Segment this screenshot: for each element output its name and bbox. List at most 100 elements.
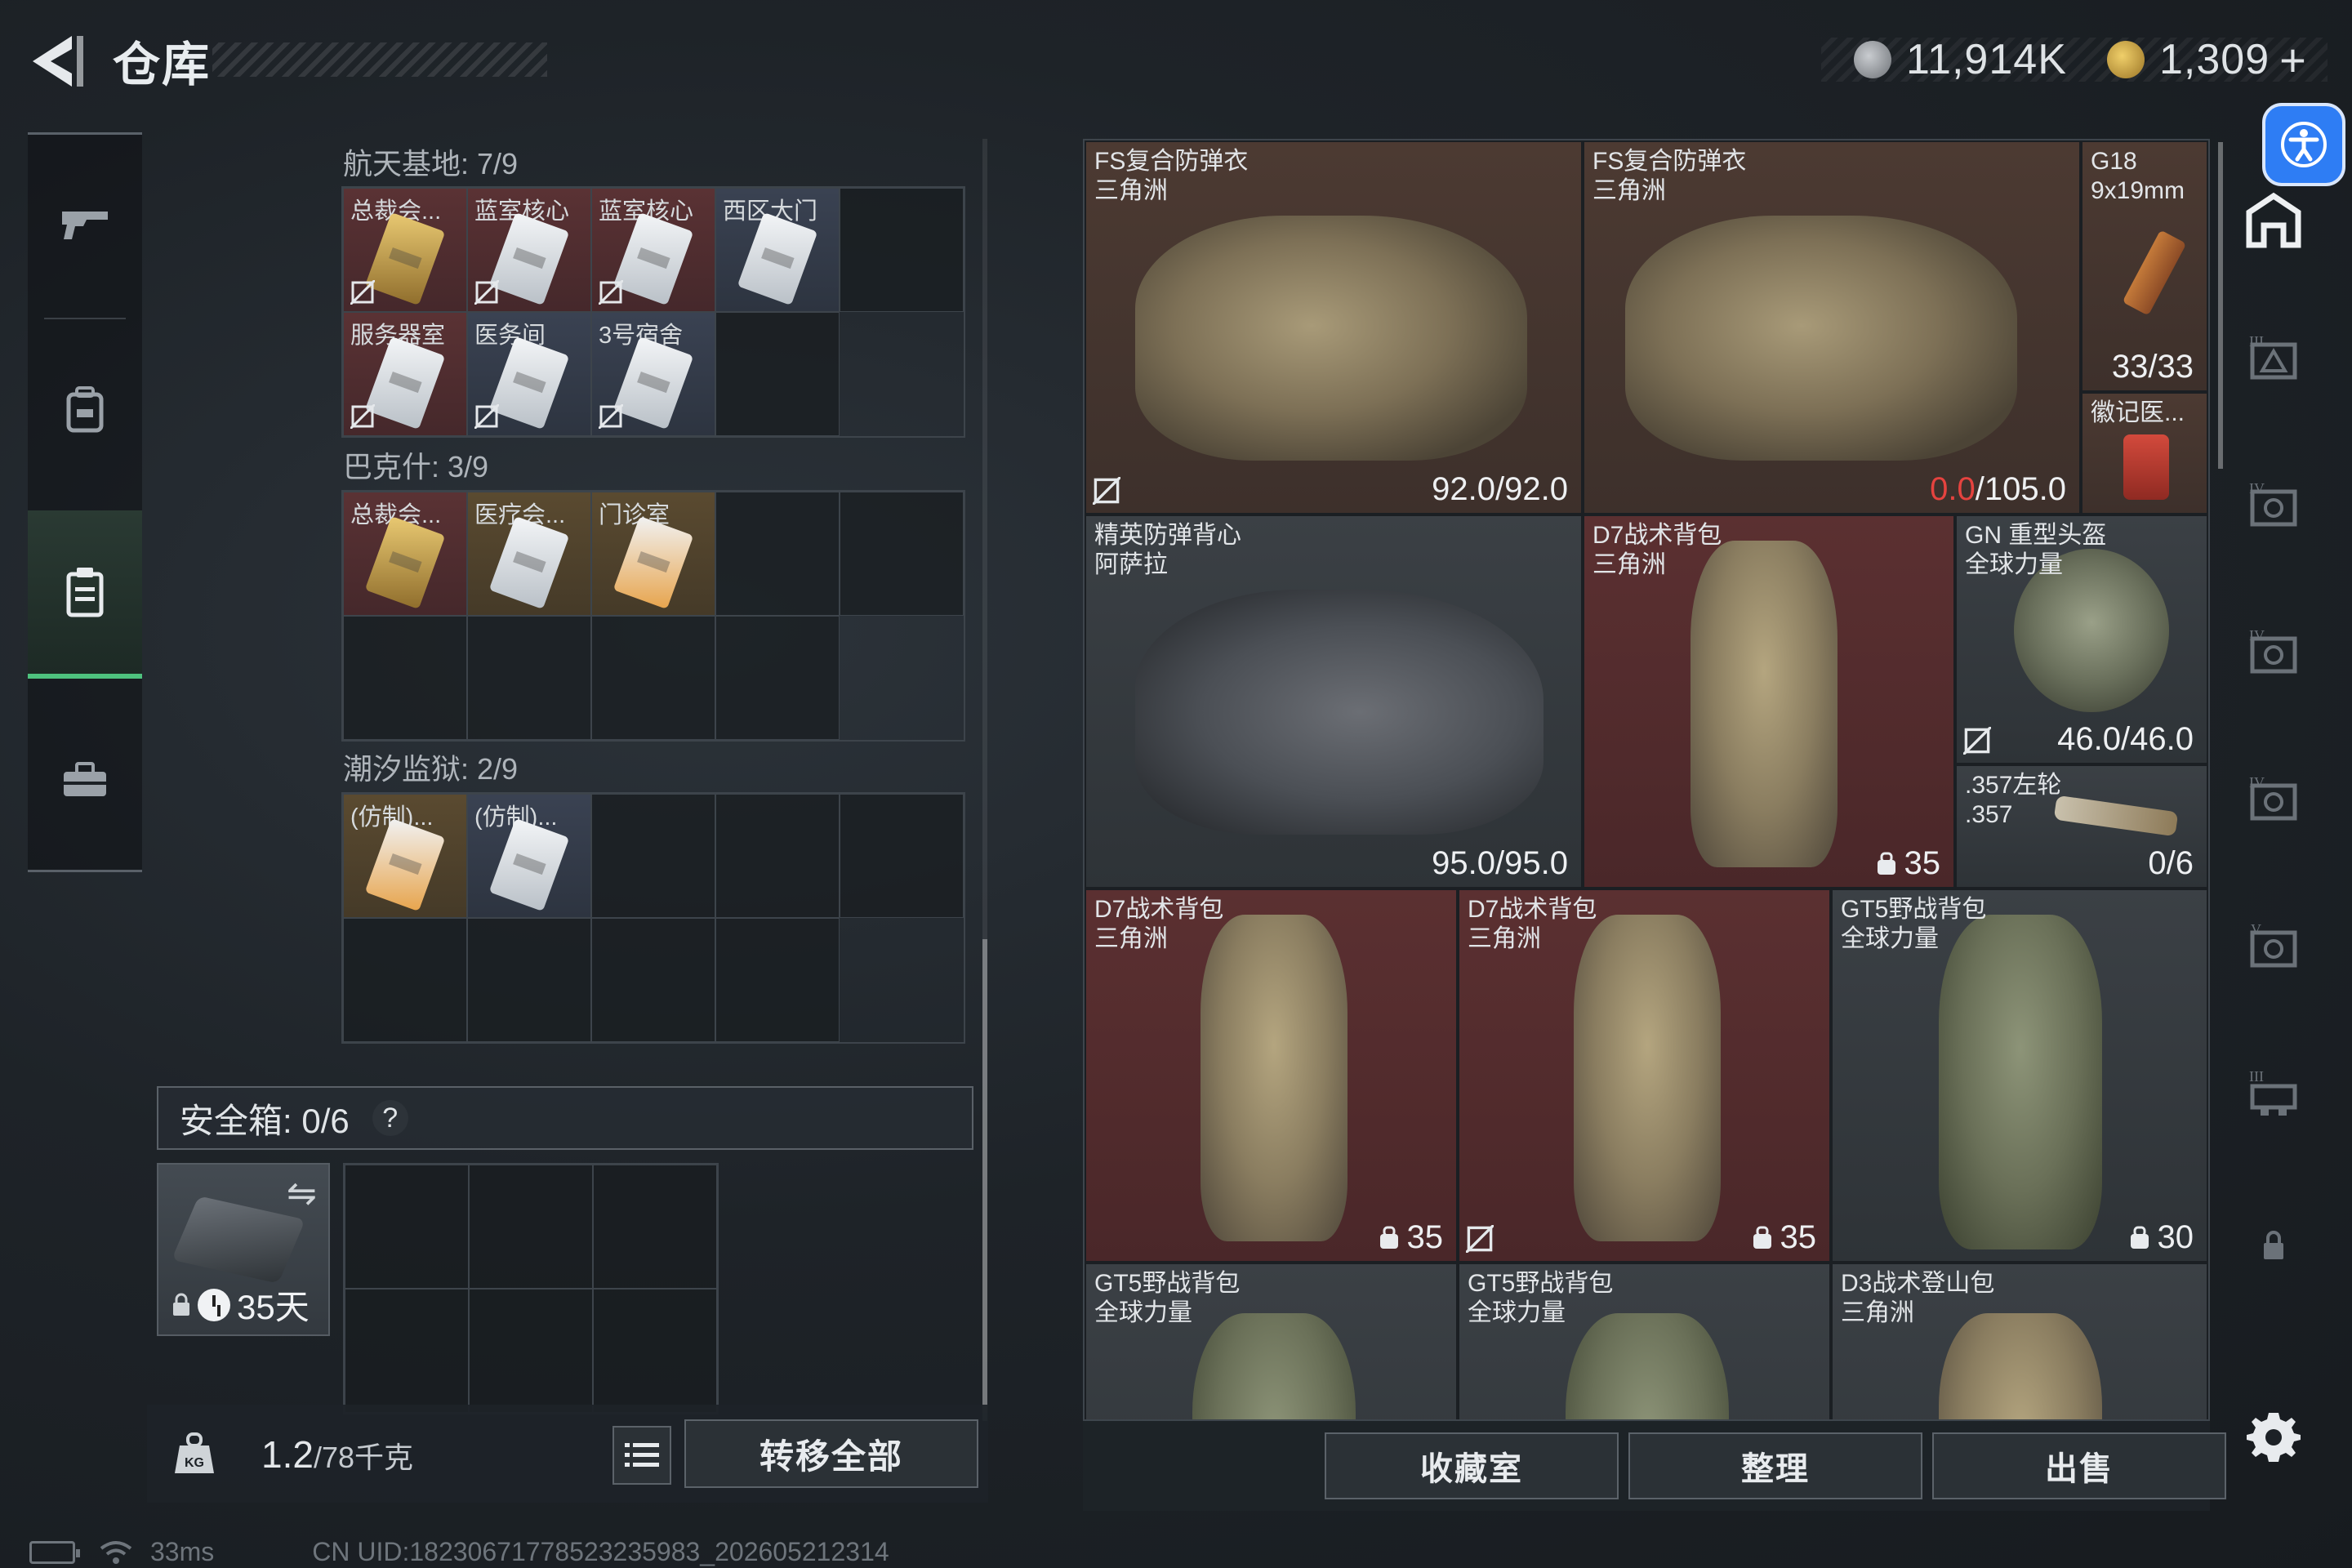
stash-tab-4b-icon[interactable]: IV xyxy=(2241,621,2306,686)
stash-item-gt5-backpack[interactable]: GT5野战背包 全球力量 xyxy=(1085,1263,1458,1419)
stash-item-d7-backpack[interactable]: D7战术背包 三角洲 35 xyxy=(1458,889,1831,1263)
empty-slot[interactable] xyxy=(593,1165,717,1289)
item-ammo: 0/6 xyxy=(2148,845,2194,881)
nav-weapons[interactable] xyxy=(28,143,142,306)
item-durability: 46.0/46.0 xyxy=(2057,721,2194,757)
stash-item-357-revolver[interactable]: .357左轮 .357 0/6 xyxy=(1955,764,2208,889)
transfer-all-button[interactable]: 转移全部 xyxy=(684,1419,978,1488)
key-slot[interactable]: 蓝室核心 xyxy=(591,188,715,312)
key-slot[interactable]: 西区大门 xyxy=(715,188,840,312)
stash-item-g18[interactable]: G18 9x19mm 33/33 xyxy=(2081,140,2208,392)
stash-item-elite-vest[interactable]: 精英防弹背心 阿萨拉 95.0/95.0 xyxy=(1085,514,1583,889)
back-arrow-icon[interactable] xyxy=(24,31,90,91)
capacity-value: 30 xyxy=(2157,1219,2194,1255)
empty-slot[interactable] xyxy=(591,794,715,918)
stash-item-fs-vest[interactable]: FS复合防弹衣 三角洲 92.0/92.0 xyxy=(1085,140,1583,514)
nav-keys[interactable] xyxy=(28,510,142,679)
stash-item-medkit[interactable]: 徽记医... xyxy=(2081,392,2208,514)
stash-tab-4-icon[interactable]: IV xyxy=(2241,474,2306,539)
accessibility-button[interactable] xyxy=(2262,103,2345,186)
stash-item-gt5-backpack[interactable]: GT5野战背包 全球力量 xyxy=(1458,1263,1831,1419)
stash-item-fs-vest[interactable]: FS复合防弹衣 三角洲 0.0/105.0 xyxy=(1583,140,2081,514)
empty-slot[interactable] xyxy=(840,492,964,616)
settings-gear-icon[interactable] xyxy=(2244,1408,2303,1467)
list-view-button[interactable] xyxy=(612,1426,671,1485)
item-capacity: 35 xyxy=(1875,845,1940,882)
svg-text:III: III xyxy=(2249,1068,2264,1085)
add-currency-button[interactable]: + xyxy=(2279,33,2307,87)
stash-item-gt5-backpack[interactable]: GT5野战背包 全球力量 30 xyxy=(1831,889,2208,1263)
stash-item-d7-backpack[interactable]: D7战术背包 三角洲 35 xyxy=(1583,514,1955,889)
item-name: GT5野战背包 全球力量 xyxy=(1841,896,1987,952)
empty-slot[interactable] xyxy=(469,1165,593,1289)
coin-icon xyxy=(1854,41,1891,78)
weight-current: 1.2 xyxy=(261,1433,314,1476)
swap-icon[interactable]: ⇋ xyxy=(287,1173,317,1214)
key-slot[interactable]: 蓝室核心 xyxy=(467,188,591,312)
empty-slot[interactable] xyxy=(467,918,591,1042)
currency-secondary[interactable]: 1,309 + xyxy=(2107,31,2307,88)
keycard-image xyxy=(488,212,570,306)
empty-slot[interactable] xyxy=(715,616,840,740)
top-bar: 仓库 11,914K 1,309 + xyxy=(0,0,2352,122)
key-slot[interactable]: (仿制)... xyxy=(343,794,467,918)
stash-scrollbar[interactable] xyxy=(2218,142,2223,469)
sell-button[interactable]: 出售 xyxy=(1932,1432,2226,1499)
empty-slot[interactable] xyxy=(467,616,591,740)
locked-tab-icon[interactable] xyxy=(2241,1214,2306,1279)
stash-tab-3-icon[interactable]: III xyxy=(2241,327,2306,392)
empty-slot[interactable] xyxy=(715,312,840,436)
stash-tab-3b-icon[interactable]: III xyxy=(2241,1062,2306,1127)
list-icon xyxy=(625,1443,659,1467)
key-slot[interactable]: 服务器室 xyxy=(343,312,467,436)
empty-slot[interactable] xyxy=(593,1289,717,1413)
safebox-help-button[interactable]: ? xyxy=(372,1100,408,1136)
collection-room-button[interactable]: 收藏室 xyxy=(1325,1432,1619,1499)
key-grid-bakhsh: 总裁会... 医疗会... 门诊室 xyxy=(341,490,965,742)
empty-slot[interactable] xyxy=(715,918,840,1042)
organize-button[interactable]: 整理 xyxy=(1628,1432,1922,1499)
wifi-icon xyxy=(100,1540,132,1564)
key-slot[interactable]: 门诊室 xyxy=(591,492,715,616)
key-slot[interactable]: 医疗会... xyxy=(467,492,591,616)
empty-slot[interactable] xyxy=(343,616,467,740)
empty-slot[interactable] xyxy=(343,918,467,1042)
key-slot[interactable]: (仿制)... xyxy=(467,794,591,918)
no-trade-icon xyxy=(1093,477,1120,505)
empty-slot[interactable] xyxy=(345,1289,469,1413)
stash-panel: FS复合防弹衣 三角洲 92.0/92.0 FS复合防弹衣 三角洲 0.0/10… xyxy=(1083,139,2210,1421)
empty-slot[interactable] xyxy=(345,1165,469,1289)
stash-tab-4c-icon[interactable]: IV xyxy=(2241,768,2306,833)
empty-slot[interactable] xyxy=(591,918,715,1042)
keycard-icon xyxy=(66,568,104,617)
svg-text:IV: IV xyxy=(2249,627,2265,644)
stash-tab-5-icon[interactable]: V xyxy=(2241,915,2306,980)
nav-tools[interactable] xyxy=(28,698,142,862)
stash-item-gn-helmet[interactable]: GN 重型头盔 全球力量 46.0/46.0 xyxy=(1955,514,2208,764)
item-capacity: 35 xyxy=(1378,1219,1443,1256)
item-name: GT5野战背包 全球力量 xyxy=(1094,1270,1241,1326)
empty-slot[interactable] xyxy=(840,794,964,918)
empty-slot[interactable] xyxy=(715,794,840,918)
stash-home-icon[interactable] xyxy=(2241,188,2306,253)
svg-text:IV: IV xyxy=(2249,774,2265,791)
keycard-image xyxy=(364,817,446,912)
svg-text:IV: IV xyxy=(2249,480,2265,497)
key-slot[interactable]: 总裁会... xyxy=(343,492,467,616)
key-slot[interactable]: 总裁会... xyxy=(343,188,467,312)
empty-slot[interactable] xyxy=(591,616,715,740)
item-capacity: 30 xyxy=(2128,1219,2194,1256)
key-slot[interactable]: 3号宿舍 xyxy=(591,312,715,436)
empty-slot[interactable] xyxy=(840,188,964,312)
capacity-bag-icon xyxy=(1379,1226,1398,1249)
empty-slot[interactable] xyxy=(469,1289,593,1413)
nav-equipment[interactable] xyxy=(28,327,142,491)
stash-item-d3-backpack[interactable]: D3战术登山包 三角洲 xyxy=(1831,1263,2208,1419)
keycard-image xyxy=(488,817,570,912)
item-name: D7战术背包 三角洲 xyxy=(1094,896,1224,952)
stash-item-d7-backpack[interactable]: D7战术背包 三角洲 35 xyxy=(1085,889,1458,1263)
left-scrollbar-thumb[interactable] xyxy=(982,939,987,1421)
empty-slot[interactable] xyxy=(715,492,840,616)
safebox-container[interactable]: ⇋ 35天 xyxy=(157,1163,330,1336)
key-slot[interactable]: 医务间 xyxy=(467,312,591,436)
